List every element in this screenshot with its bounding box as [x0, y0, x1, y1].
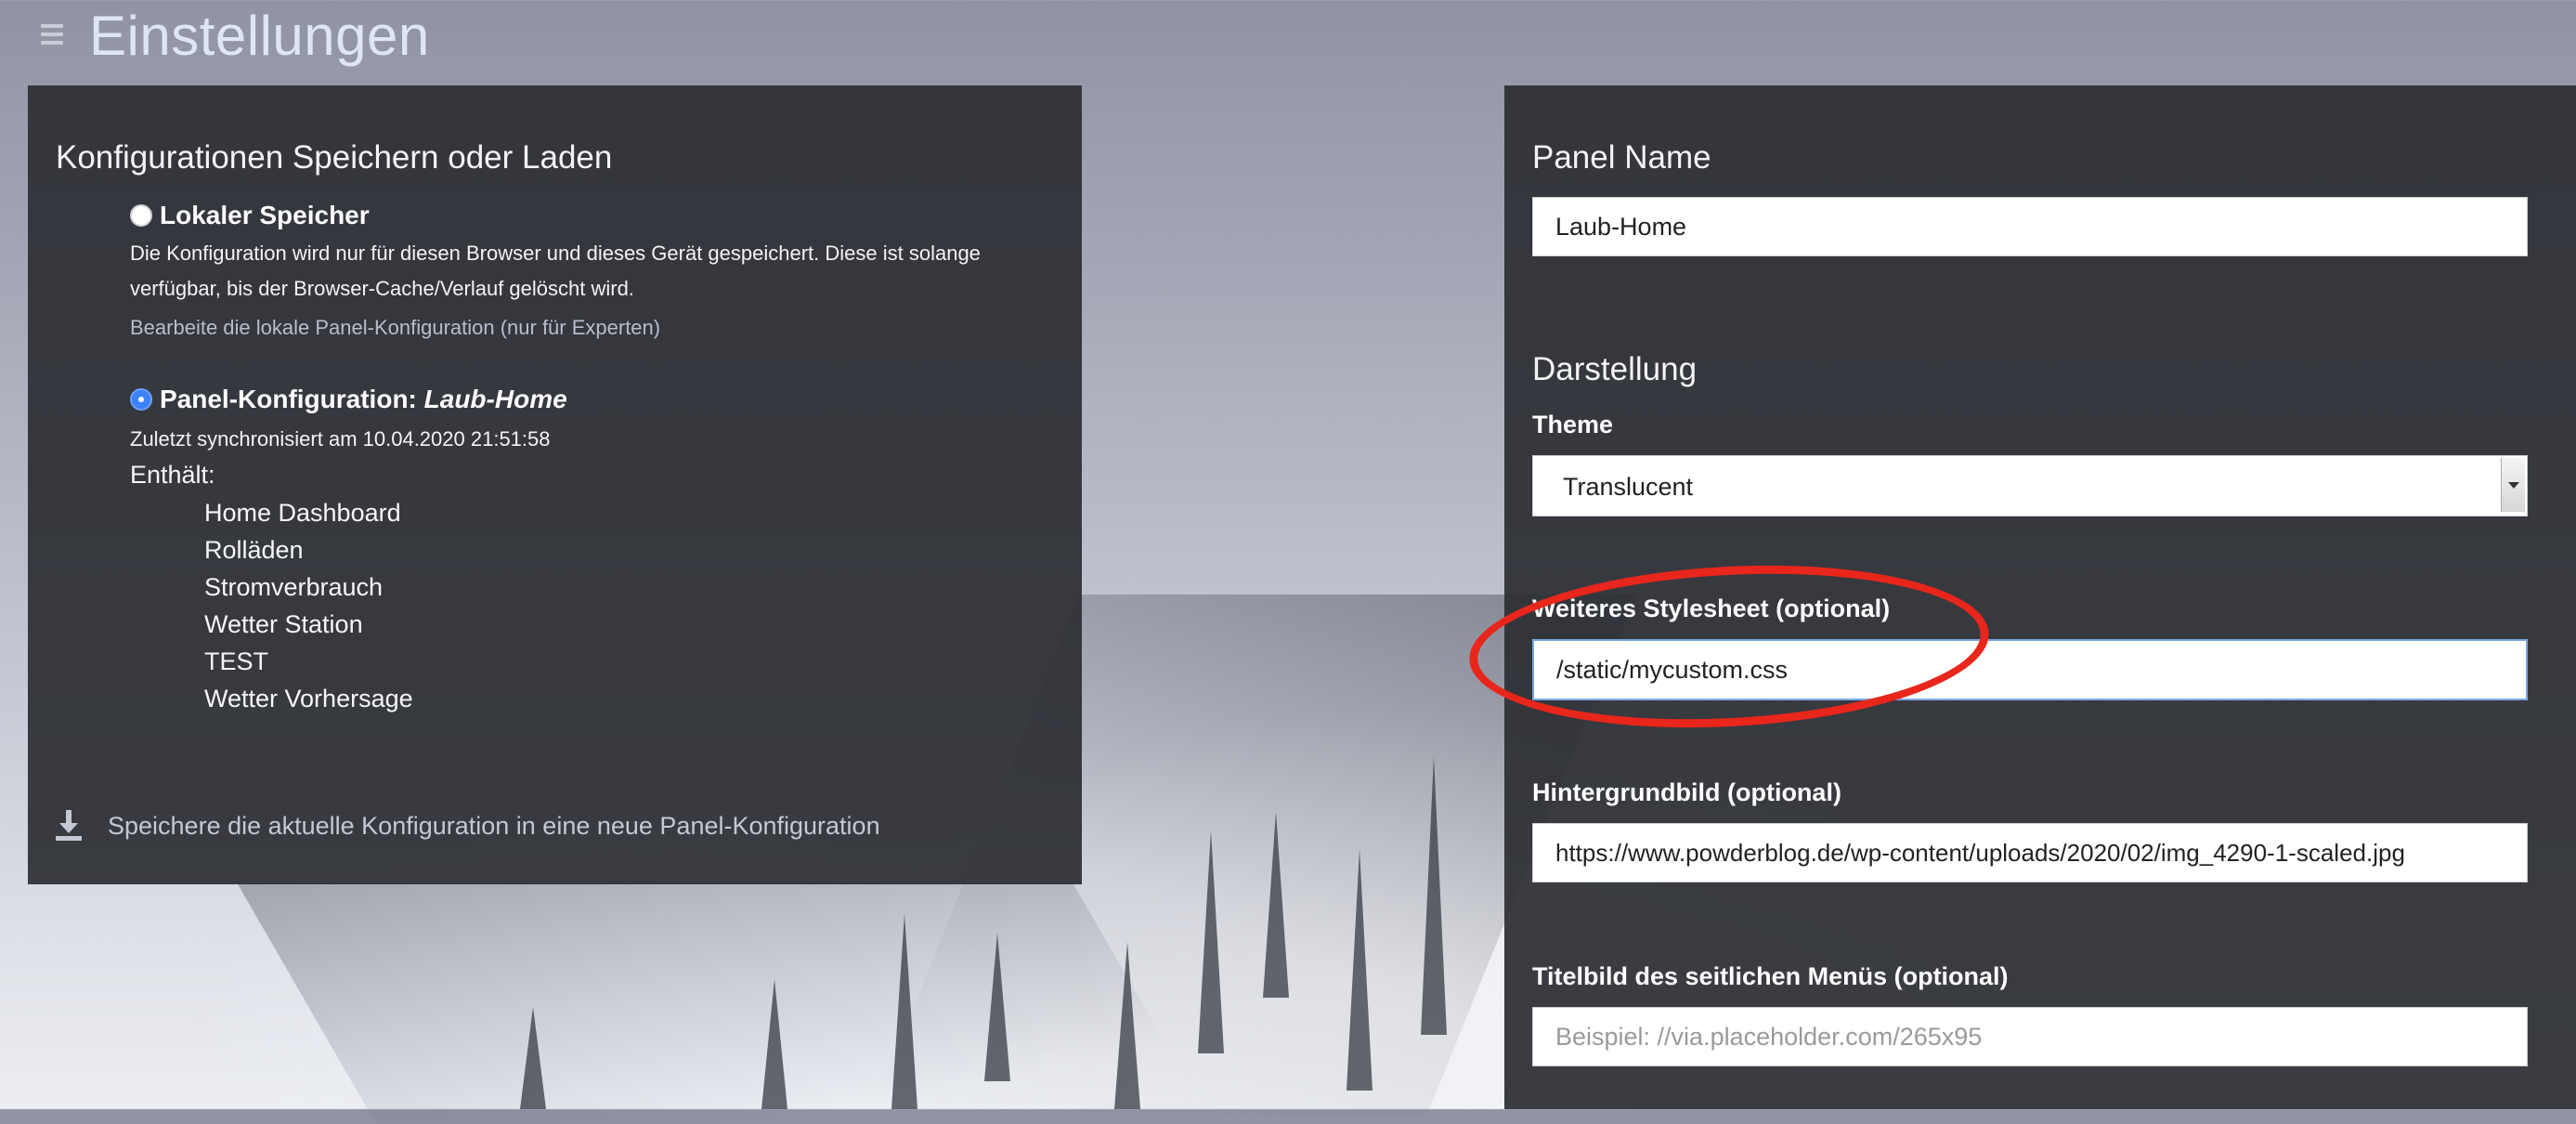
background-tree	[1198, 830, 1224, 1053]
panel-config-radio[interactable]	[130, 388, 152, 411]
save-new-config-label: Speichere die aktuelle Konfiguration in …	[108, 812, 880, 840]
app-header: Einstellungen	[0, 0, 2576, 78]
chevron-down-icon[interactable]	[2501, 458, 2525, 512]
list-item: Rolläden	[204, 536, 304, 564]
local-storage-description-line2: verfügbar, bis der Browser-Cache/Verlauf…	[130, 277, 634, 300]
local-storage-label[interactable]: Lokaler Speicher	[160, 201, 370, 230]
stylesheet-label: Weiteres Stylesheet (optional)	[1532, 595, 1891, 622]
list-item: Home Dashboard	[204, 499, 401, 527]
config-section-title: Konfigurationen Speichern oder Laden	[56, 139, 613, 176]
panel-name-input[interactable]	[1532, 197, 2528, 256]
sidebar-title-image-input[interactable]	[1532, 1007, 2528, 1066]
list-item: Stromverbrauch	[204, 573, 384, 601]
list-item: Wetter Vorhersage	[204, 685, 413, 712]
contains-label: Enthält:	[130, 461, 215, 489]
stylesheet-input[interactable]	[1532, 639, 2528, 700]
list-item: TEST	[204, 647, 269, 675]
theme-label: Theme	[1532, 411, 1614, 438]
background-tree	[1114, 942, 1140, 1109]
appearance-title: Darstellung	[1532, 351, 1698, 387]
background-mountain-slope-lower	[236, 882, 1213, 1124]
theme-select[interactable]: Translucent	[1532, 455, 2528, 516]
dashboard-list: Home Dashboard Rolläden Stromverbrauch W…	[204, 494, 413, 717]
last-synced-text: Zuletzt synchronisiert am 10.04.2020 21:…	[130, 427, 551, 451]
theme-select-value: Translucent	[1563, 473, 1694, 501]
sidebar-title-image-label: Titelbild des seitlichen Menüs (optional…	[1532, 962, 2009, 990]
hamburger-menu-icon[interactable]	[41, 24, 63, 45]
background-tree	[1263, 812, 1289, 998]
panel-name-title: Panel Name	[1532, 139, 1711, 176]
panel-config-label[interactable]: Panel-Konfiguration: Laub-Home	[160, 385, 567, 414]
local-storage-description-line1: Die Konfiguration wird nur für diesen Br…	[130, 242, 981, 265]
background-tree	[891, 914, 917, 1109]
background-tree	[984, 933, 1010, 1081]
background-tree	[1421, 756, 1447, 1035]
background-tree	[520, 1007, 546, 1109]
panel-settings-panel: Panel Name Darstellung Theme Translucent…	[1504, 85, 2576, 1109]
download-icon	[56, 810, 82, 841]
list-item: Wetter Station	[204, 610, 363, 638]
panel-config-name: Laub-Home	[423, 385, 567, 413]
background-image-label: Hintergrundbild (optional)	[1532, 778, 1841, 806]
background-tree	[1347, 849, 1373, 1091]
edit-local-config-link[interactable]: Bearbeite die lokale Panel-Konfiguration…	[130, 316, 660, 340]
local-storage-radio[interactable]	[130, 204, 152, 227]
page-title: Einstellungen	[89, 5, 430, 67]
config-save-load-panel: Konfigurationen Speichern oder Laden Lok…	[28, 85, 1082, 884]
background-image-input[interactable]	[1532, 823, 2528, 882]
background-tree	[761, 979, 787, 1109]
panel-config-label-prefix: Panel-Konfiguration:	[160, 385, 424, 413]
